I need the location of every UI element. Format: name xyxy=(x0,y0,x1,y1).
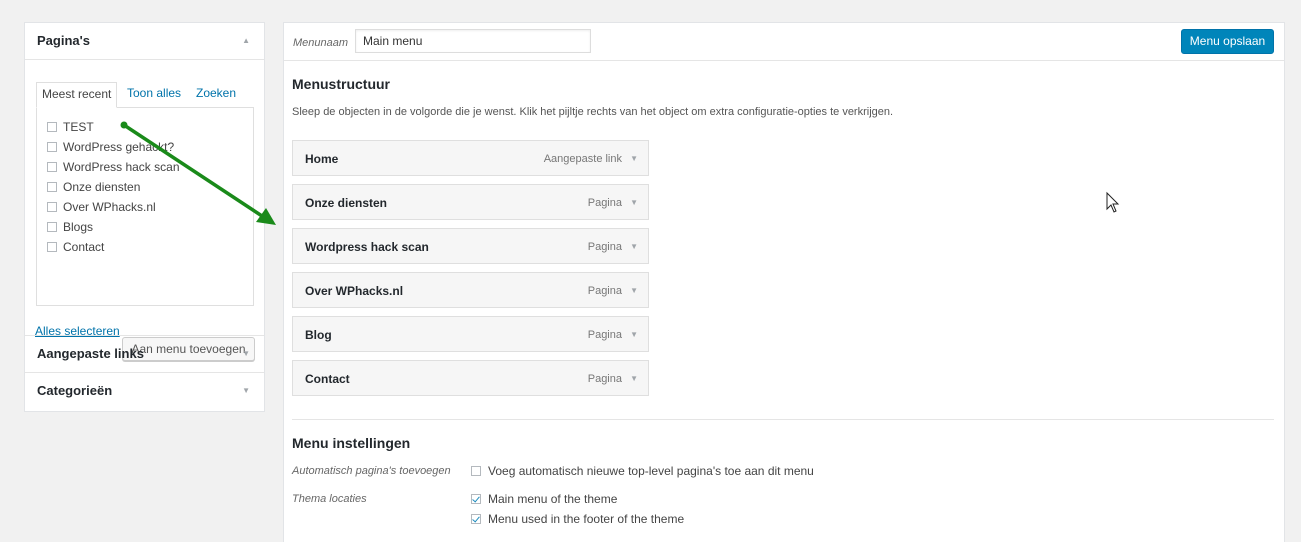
chevron-down-icon[interactable]: ▼ xyxy=(630,286,638,295)
menu-item-type: Pagina xyxy=(587,373,622,385)
menu-item-title: Over WPhacks.nl xyxy=(305,284,404,298)
list-item[interactable]: WordPress hack scan xyxy=(47,158,180,176)
menu-settings-title: Menu instellingen xyxy=(292,435,411,451)
list-item[interactable]: WordPress gehackt? xyxy=(47,138,174,156)
checkbox-icon[interactable] xyxy=(47,162,57,172)
categories-title: Categorieën xyxy=(37,383,113,398)
collapse-arrow-up-icon[interactable]: ▲ xyxy=(242,23,250,59)
checkbox-checked-icon[interactable] xyxy=(471,514,481,524)
custom-links-section-header[interactable]: Aangepaste links ▼ xyxy=(25,336,264,373)
checkbox-icon[interactable] xyxy=(471,466,481,476)
menu-item[interactable]: Onze diensten Pagina ▼ xyxy=(292,184,649,220)
menu-structure-title: Menustructuur xyxy=(292,76,390,92)
expand-arrow-down-icon[interactable]: ▼ xyxy=(242,373,250,409)
menu-item-title: Home xyxy=(305,152,339,166)
chevron-down-icon[interactable]: ▼ xyxy=(630,154,638,163)
chevron-down-icon[interactable]: ▼ xyxy=(630,242,638,251)
menu-item[interactable]: Blog Pagina ▼ xyxy=(292,316,649,352)
menu-name-input[interactable]: Main menu xyxy=(355,29,591,53)
menu-item[interactable]: Over WPhacks.nl Pagina ▼ xyxy=(292,272,649,308)
checkbox-icon[interactable] xyxy=(47,142,57,152)
location-footer-option[interactable]: Menu used in the footer of the theme xyxy=(471,512,684,526)
menu-item-title: Onze diensten xyxy=(305,196,388,210)
list-item[interactable]: TEST xyxy=(47,118,94,136)
auto-add-option[interactable]: Voeg automatisch nieuwe top-level pagina… xyxy=(471,464,814,478)
auto-add-label: Automatisch pagina's toevoegen xyxy=(292,465,451,477)
pages-section-header[interactable]: Pagina's ▲ xyxy=(25,23,264,60)
checkbox-icon[interactable] xyxy=(47,182,57,192)
chevron-down-icon[interactable]: ▼ xyxy=(630,374,638,383)
expand-arrow-down-icon[interactable]: ▼ xyxy=(242,336,250,372)
menu-item[interactable]: Home Aangepaste link ▼ xyxy=(292,140,649,176)
list-item[interactable]: Over WPhacks.nl xyxy=(47,198,156,216)
menu-item[interactable]: Contact Pagina ▼ xyxy=(292,360,649,396)
categories-section-header[interactable]: Categorieën ▼ xyxy=(25,373,264,409)
checkbox-icon[interactable] xyxy=(47,202,57,212)
menu-header-bar: Menunaam Main menu Menu opslaan xyxy=(284,23,1284,61)
list-item[interactable]: Contact xyxy=(47,238,104,256)
checkbox-icon[interactable] xyxy=(47,122,57,132)
list-item[interactable]: Blogs xyxy=(47,218,93,236)
save-menu-button[interactable]: Menu opslaan xyxy=(1181,29,1274,54)
chevron-down-icon[interactable]: ▼ xyxy=(630,330,638,339)
checkbox-icon[interactable] xyxy=(47,242,57,252)
divider xyxy=(292,419,1274,420)
pages-checklist: TEST WordPress gehackt? WordPress hack s… xyxy=(36,107,254,306)
tab-meest-recent[interactable]: Meest recent xyxy=(36,82,118,108)
location-main-option[interactable]: Main menu of the theme xyxy=(471,492,617,506)
pages-section-body: Meest recent Toon alles Zoeken TEST Word… xyxy=(25,60,264,361)
menu-editor: Menunaam Main menu Menu opslaan Menustru… xyxy=(283,22,1285,542)
tab-toon-alles[interactable]: Toon alles xyxy=(122,82,186,105)
list-item[interactable]: Onze diensten xyxy=(47,178,140,196)
menu-structure-description: Sleep de objecten in de volgorde die je … xyxy=(292,106,894,118)
menu-name-label: Menunaam xyxy=(293,37,349,49)
menu-item-type: Pagina xyxy=(587,241,622,253)
checkbox-icon[interactable] xyxy=(47,222,57,232)
tab-zoeken[interactable]: Zoeken xyxy=(191,82,241,105)
menu-item[interactable]: Wordpress hack scan Pagina ▼ xyxy=(292,228,649,264)
menu-item-type: Pagina xyxy=(587,329,622,341)
theme-locations-label: Thema locaties xyxy=(292,493,367,505)
checkbox-checked-icon[interactable] xyxy=(471,494,481,504)
pages-section-title: Pagina's xyxy=(37,33,90,48)
menu-item-title: Contact xyxy=(305,372,350,386)
chevron-down-icon[interactable]: ▼ xyxy=(630,198,638,207)
custom-links-title: Aangepaste links xyxy=(37,346,144,361)
menu-items-sidebar: Pagina's ▲ Meest recent Toon alles Zoeke… xyxy=(24,22,265,412)
menu-item-type: Aangepaste link xyxy=(543,153,622,165)
menu-item-type: Pagina xyxy=(587,197,622,209)
menu-item-type: Pagina xyxy=(587,285,622,297)
menu-item-title: Wordpress hack scan xyxy=(305,240,429,254)
menu-item-title: Blog xyxy=(305,328,332,342)
